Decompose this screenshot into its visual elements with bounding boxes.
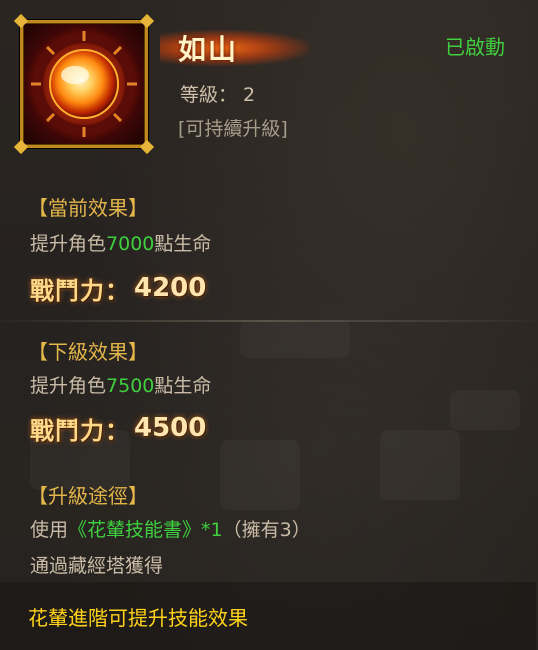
combat-power-label: 戰鬥力： [30, 416, 130, 445]
background-decoration [380, 430, 460, 500]
skill-book-item[interactable]: 《花輦技能書》*1 [68, 519, 223, 541]
item-source: 通過藏經塔獲得 [30, 555, 164, 577]
effect-value: 7000 [106, 233, 155, 255]
upgrade-path-header: 【升級途徑】 [28, 484, 148, 508]
footer-tip: 花輦進階可提升技能效果 [28, 606, 248, 630]
desc-suffix: 點生命 [154, 375, 212, 397]
level-label: 等級： [180, 84, 238, 106]
status-badge: 已啟動 [445, 35, 505, 59]
level-value: 2 [243, 84, 256, 106]
skill-tooltip-panel: 如山 已啟動 等級： 2 [可持續升級] 【當前效果】 提升角色7000點生命 戰… [0, 0, 538, 650]
combat-power-value: 4500 [134, 413, 207, 443]
combat-power-value: 4200 [134, 273, 207, 303]
desc-prefix: 提升角色 [30, 233, 107, 255]
current-effect-header: 【當前效果】 [28, 196, 148, 220]
upgrade-note: [可持續升級] [178, 118, 288, 140]
upgrade-item-line: 使用《花輦技能書》*1（擁有3） [30, 515, 311, 542]
next-effect-header: 【下級效果】 [28, 340, 148, 364]
skill-level: 等級： 2 [180, 80, 255, 107]
desc-suffix: 點生命 [154, 233, 212, 255]
background-decoration [220, 440, 300, 510]
background-decoration [450, 390, 520, 430]
sun-orb-icon [26, 26, 142, 142]
combat-power-label: 戰鬥力： [30, 276, 130, 305]
next-combat-power: 戰鬥力： 4500 [30, 412, 207, 445]
current-combat-power: 戰鬥力： 4200 [30, 272, 207, 305]
next-effect-desc: 提升角色7500點生命 [30, 371, 211, 398]
skill-title: 如山 [178, 33, 239, 66]
effect-value: 7500 [106, 375, 155, 397]
section-divider [0, 320, 536, 322]
background-decoration [240, 320, 350, 358]
use-prefix: 使用 [30, 519, 69, 541]
owned-count: （擁有3） [222, 519, 311, 541]
skill-icon-frame [13, 13, 155, 155]
desc-prefix: 提升角色 [30, 375, 107, 397]
current-effect-desc: 提升角色7000點生命 [30, 229, 211, 256]
